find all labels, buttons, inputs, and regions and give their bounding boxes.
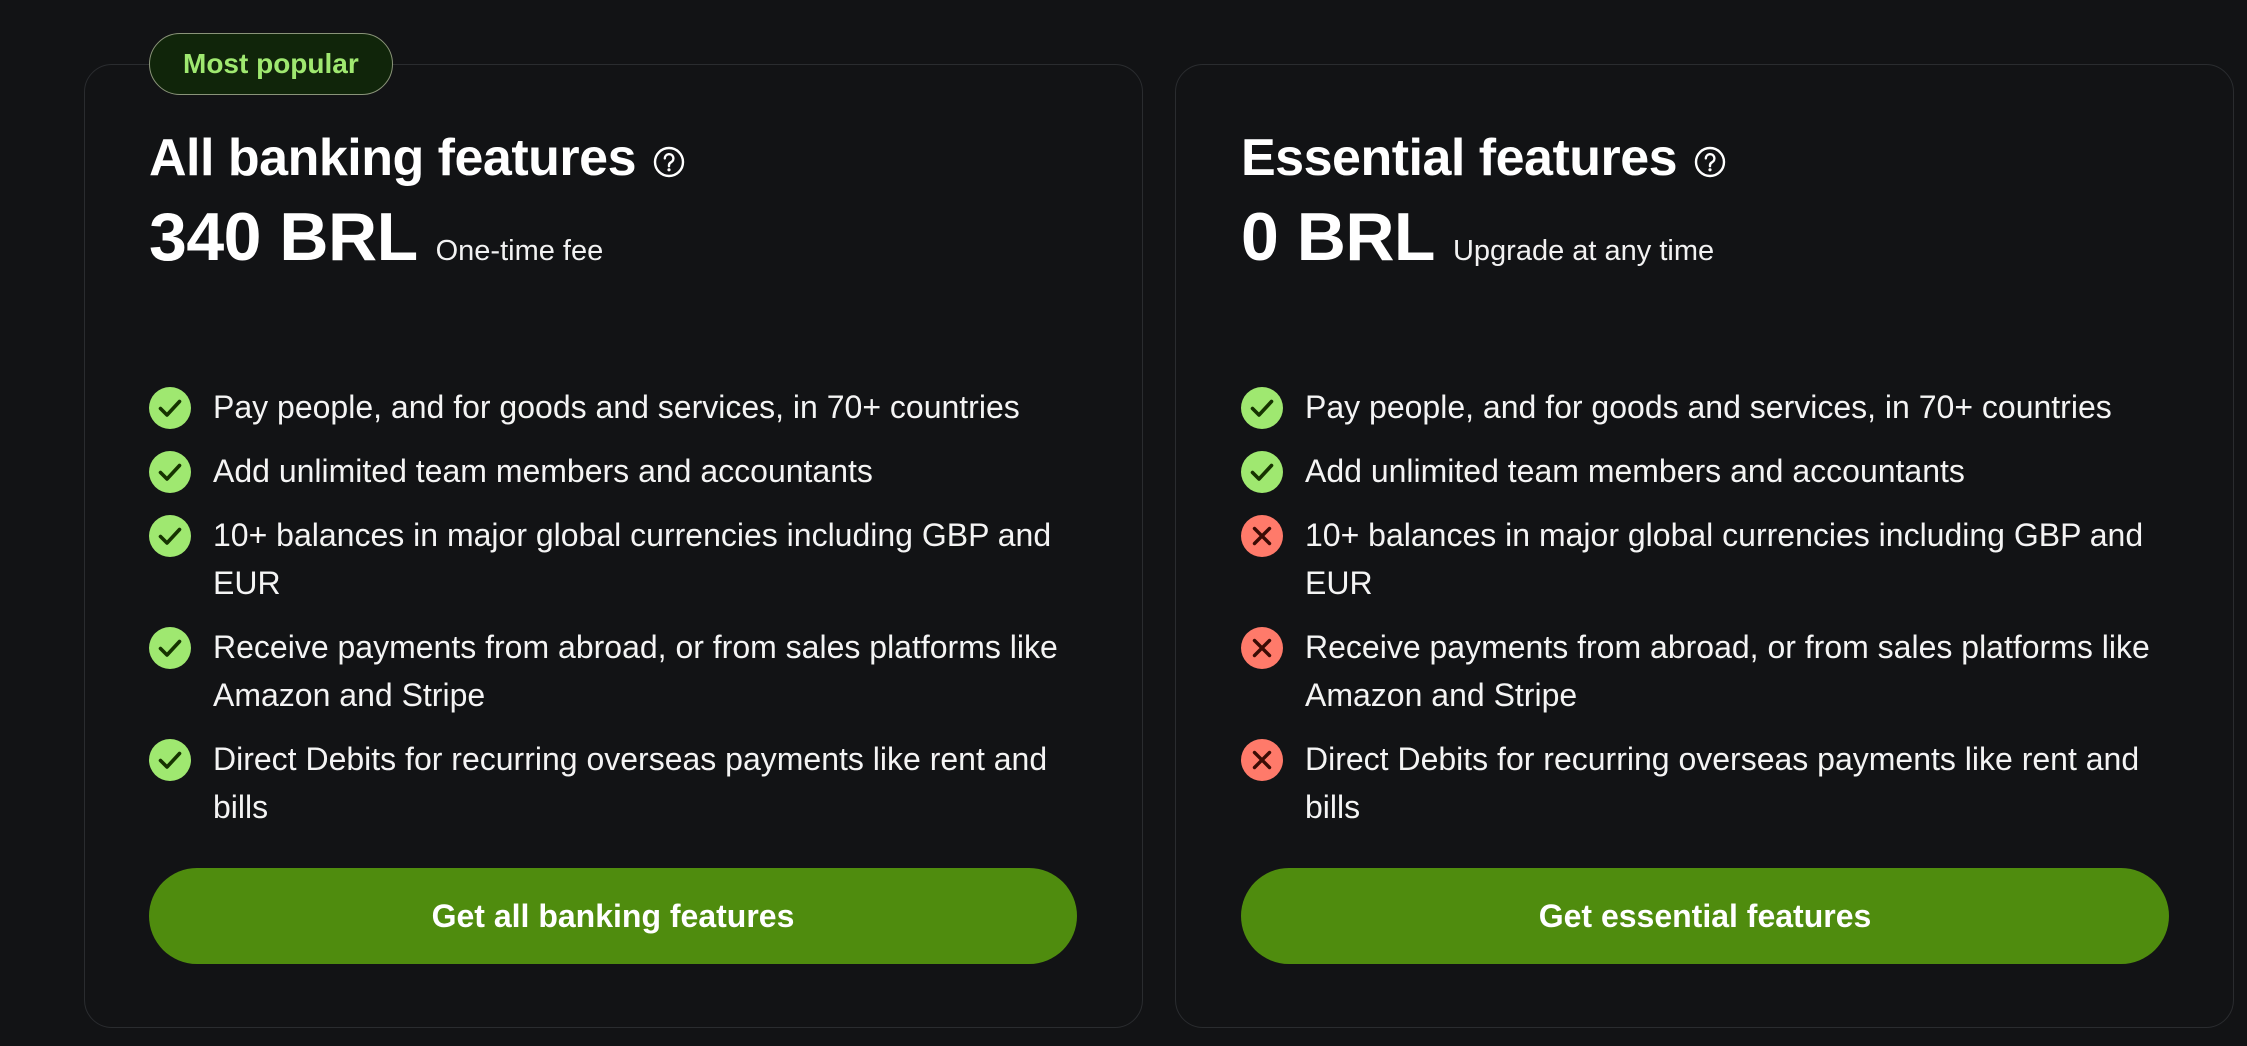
check-icon — [1241, 387, 1283, 429]
help-icon[interactable] — [1693, 145, 1727, 179]
feature-text: Add unlimited team members and accountan… — [1305, 453, 1965, 489]
price-row-essential: 0 BRL Upgrade at any time — [1241, 198, 1714, 276]
feature-item: 10+ balances in major global currencies … — [149, 511, 1069, 607]
feature-text: Pay people, and for goods and services, … — [1305, 389, 2112, 425]
check-icon — [149, 387, 191, 429]
plan-title-text: All banking features — [149, 129, 637, 187]
plan-price: 340 BRL — [149, 199, 418, 275]
check-icon — [149, 627, 191, 669]
feature-text: Direct Debits for recurring overseas pay… — [213, 741, 1048, 825]
feature-item: Add unlimited team members and accountan… — [149, 447, 1069, 495]
cross-icon — [1241, 739, 1283, 781]
feature-text: Direct Debits for recurring overseas pay… — [1305, 741, 2140, 825]
feature-text: Add unlimited team members and accountan… — [213, 453, 873, 489]
price-row-all-banking: 340 BRL One-time fee — [149, 198, 603, 276]
price-note: Upgrade at any time — [1452, 235, 1715, 267]
feature-list-essential: Pay people, and for goods and services, … — [1241, 383, 2161, 847]
price-note: One-time fee — [435, 235, 604, 267]
feature-item: Receive payments from abroad, or from sa… — [149, 623, 1069, 719]
get-essential-features-button[interactable]: Get essential features — [1241, 868, 2169, 964]
plan-title-text: Essential features — [1241, 129, 1678, 187]
feature-item: Add unlimited team members and accountan… — [1241, 447, 2161, 495]
check-icon — [149, 739, 191, 781]
feature-item: Pay people, and for goods and services, … — [149, 383, 1069, 431]
feature-text: Receive payments from abroad, or from sa… — [213, 629, 1058, 713]
feature-item: Direct Debits for recurring overseas pay… — [149, 735, 1069, 831]
feature-item: Direct Debits for recurring overseas pay… — [1241, 735, 2161, 831]
feature-text: 10+ balances in major global currencies … — [213, 517, 1052, 601]
feature-list-all-banking: Pay people, and for goods and services, … — [149, 383, 1069, 847]
help-icon[interactable] — [652, 145, 686, 179]
plan-price: 0 BRL — [1241, 199, 1435, 275]
feature-text: Pay people, and for goods and services, … — [213, 389, 1020, 425]
plan-title-essential: Essential features — [1241, 128, 1727, 188]
check-icon — [1241, 451, 1283, 493]
check-icon — [149, 515, 191, 557]
plan-title-all-banking: All banking features — [149, 128, 686, 188]
pricing-page: Most popular All banking features 340 BR… — [0, 0, 2247, 1046]
get-all-banking-features-button[interactable]: Get all banking features — [149, 868, 1077, 964]
feature-text: 10+ balances in major global currencies … — [1305, 517, 2144, 601]
feature-item: Pay people, and for goods and services, … — [1241, 383, 2161, 431]
most-popular-badge: Most popular — [149, 33, 393, 95]
cross-icon — [1241, 627, 1283, 669]
cross-icon — [1241, 515, 1283, 557]
feature-text: Receive payments from abroad, or from sa… — [1305, 629, 2150, 713]
check-icon — [149, 451, 191, 493]
feature-item: 10+ balances in major global currencies … — [1241, 511, 2161, 607]
feature-item: Receive payments from abroad, or from sa… — [1241, 623, 2161, 719]
